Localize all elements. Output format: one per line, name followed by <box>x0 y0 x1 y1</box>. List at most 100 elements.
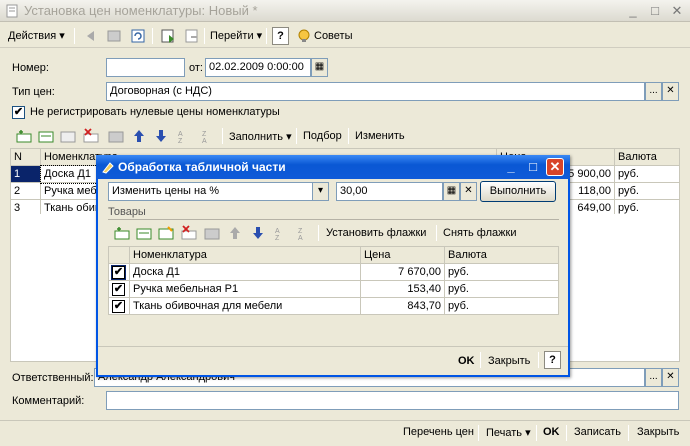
row-name[interactable]: Ручка мебельная Р1 <box>129 280 361 298</box>
action-select[interactable]: Изменить цены на % <box>108 182 314 201</box>
price-type-field[interactable]: Договорная (с НДС) <box>106 82 645 101</box>
comment-label: Комментарий: <box>12 395 85 407</box>
ok-button[interactable]: OK <box>543 426 560 438</box>
dialog-move-up-icon[interactable] <box>227 225 243 241</box>
dialog-ok-button[interactable]: OK <box>458 355 475 367</box>
dialog-close-button[interactable]: ✕ <box>546 158 564 176</box>
row-name[interactable]: Ткань обивочная для мебели <box>129 297 361 315</box>
delete-row-icon[interactable] <box>83 128 99 144</box>
dialog-sort-asc-icon[interactable]: AZ <box>273 225 289 241</box>
row-checkbox[interactable]: ✔ <box>111 265 126 280</box>
percent-clear-button[interactable]: ✕ <box>460 182 477 201</box>
end-edit-icon[interactable] <box>108 128 124 144</box>
maximize-button[interactable]: □ <box>646 3 664 19</box>
responsible-label: Ответственный: <box>12 372 94 384</box>
dialog-edit-row-icon[interactable] <box>158 225 174 241</box>
goods-divider <box>108 219 559 220</box>
dialog-minimize-button[interactable]: _ <box>502 158 520 176</box>
title-bar: Установка цен номенклатуры: Новый * _ □ … <box>0 0 690 22</box>
back-icon[interactable] <box>82 28 98 44</box>
col-currency-header[interactable]: Валюта <box>614 148 680 166</box>
row-currency[interactable]: руб. <box>444 297 559 315</box>
dialog-help-button[interactable]: ? <box>544 351 561 369</box>
row-currency[interactable]: руб. <box>614 165 680 183</box>
skip-zero-label: Не регистрировать нулевые цены номенклат… <box>30 106 280 118</box>
svg-text:Z: Z <box>202 131 207 138</box>
toolbar: Действия ▾ Перейти ▾ ? Советы <box>0 24 690 48</box>
fill-menu[interactable]: Заполнить ▾ <box>229 130 292 143</box>
minimize-button[interactable]: _ <box>624 3 642 19</box>
row-currency[interactable]: руб. <box>444 280 559 298</box>
price-type-select-button[interactable]: ... <box>645 82 662 101</box>
row-checkbox[interactable]: ✔ <box>112 300 125 313</box>
post-icon[interactable] <box>160 28 176 44</box>
unpost-icon[interactable] <box>184 28 200 44</box>
tips-icon <box>298 29 310 42</box>
price-list-button[interactable]: Перечень цен <box>403 426 474 438</box>
calendar-button[interactable]: ▦ <box>311 58 328 77</box>
dialog-add-row-icon[interactable] <box>114 225 130 241</box>
col-price-header[interactable]: Цена <box>360 246 445 264</box>
dialog-footer-divider <box>98 346 568 347</box>
number-label: Номер: <box>12 62 49 74</box>
row-price[interactable]: 7 670,00 <box>360 263 445 281</box>
refresh-icon[interactable] <box>130 28 146 44</box>
add-row-icon[interactable] <box>16 128 32 144</box>
tips-button[interactable]: Советы <box>314 27 352 46</box>
row-checkbox[interactable]: ✔ <box>112 283 125 296</box>
edit-row-icon[interactable] <box>60 128 76 144</box>
dialog-delete-row-icon[interactable] <box>181 225 197 241</box>
clear-flags-button[interactable]: Снять флажки <box>443 227 516 239</box>
calculator-button[interactable]: ▦ <box>443 182 460 201</box>
comment-field[interactable] <box>106 391 679 410</box>
date-field[interactable]: 02.02.2009 0:00:00 <box>205 58 311 77</box>
pick-button[interactable]: Подбор <box>303 130 342 142</box>
main-window: Установка цен номенклатуры: Новый * _ □ … <box>0 0 690 446</box>
close-form-button[interactable]: Закрыть <box>637 426 679 438</box>
close-button[interactable]: ✕ <box>668 3 686 19</box>
skip-zero-checkbox[interactable]: ✔ <box>12 106 25 119</box>
actions-menu[interactable]: Действия ▾ <box>8 27 65 46</box>
move-down-icon[interactable] <box>153 128 169 144</box>
row-currency[interactable]: руб. <box>614 182 680 200</box>
col-name-header[interactable]: Номенклатура <box>129 246 361 264</box>
responsible-select-button[interactable]: ... <box>645 368 662 387</box>
dialog-close-text-button[interactable]: Закрыть <box>488 355 530 367</box>
action-dropdown-button[interactable]: ▾ <box>312 182 329 201</box>
move-up-icon[interactable] <box>131 128 147 144</box>
row-price[interactable]: 843,70 <box>360 297 445 315</box>
sort-asc-icon[interactable]: AZ <box>176 128 192 144</box>
number-field[interactable] <box>106 58 185 77</box>
dialog-move-down-icon[interactable] <box>250 225 266 241</box>
copy-row-icon[interactable] <box>38 128 54 144</box>
table-row[interactable]: ✔ Ткань обивочная для мебели 843,70 руб. <box>108 297 559 315</box>
col-currency-header[interactable]: Валюта <box>444 246 559 264</box>
price-type-clear-button[interactable]: ✕ <box>662 82 679 101</box>
help-button[interactable]: ? <box>272 27 289 45</box>
table-row[interactable]: ✔ Ручка мебельная Р1 153,40 руб. <box>108 280 559 298</box>
edit-icon[interactable] <box>106 28 122 44</box>
change-button[interactable]: Изменить <box>355 130 405 142</box>
goto-menu[interactable]: Перейти ▾ <box>210 27 262 46</box>
table-row[interactable]: ✔ Доска Д1 7 670,00 руб. <box>108 263 559 281</box>
print-menu[interactable]: Печать ▾ <box>486 426 531 439</box>
col-n-header[interactable]: N <box>10 148 41 166</box>
dialog-copy-row-icon[interactable] <box>136 225 152 241</box>
dialog-end-edit-icon[interactable] <box>204 225 220 241</box>
row-price[interactable]: 153,40 <box>360 280 445 298</box>
percent-field[interactable]: 30,00 <box>336 182 443 201</box>
date-label: от: <box>189 62 203 74</box>
sort-desc-icon[interactable]: ZA <box>200 128 216 144</box>
execute-button[interactable]: Выполнить <box>480 181 556 202</box>
set-flags-button[interactable]: Установить флажки <box>326 227 426 239</box>
row-currency[interactable]: руб. <box>444 263 559 281</box>
dialog-title-bar: Обработка табличной части _ □ ✕ <box>96 155 570 179</box>
save-button[interactable]: Записать <box>574 426 621 438</box>
row-name[interactable]: Доска Д1 <box>129 263 361 281</box>
table-processing-dialog: Обработка табличной части _ □ ✕ Изменить… <box>96 155 570 377</box>
dialog-sort-desc-icon[interactable]: ZA <box>296 225 312 241</box>
dialog-maximize-button[interactable]: □ <box>524 158 542 176</box>
svg-text:A: A <box>202 138 207 144</box>
svg-text:Z: Z <box>275 235 280 241</box>
responsible-clear-button[interactable]: ✕ <box>662 368 679 387</box>
